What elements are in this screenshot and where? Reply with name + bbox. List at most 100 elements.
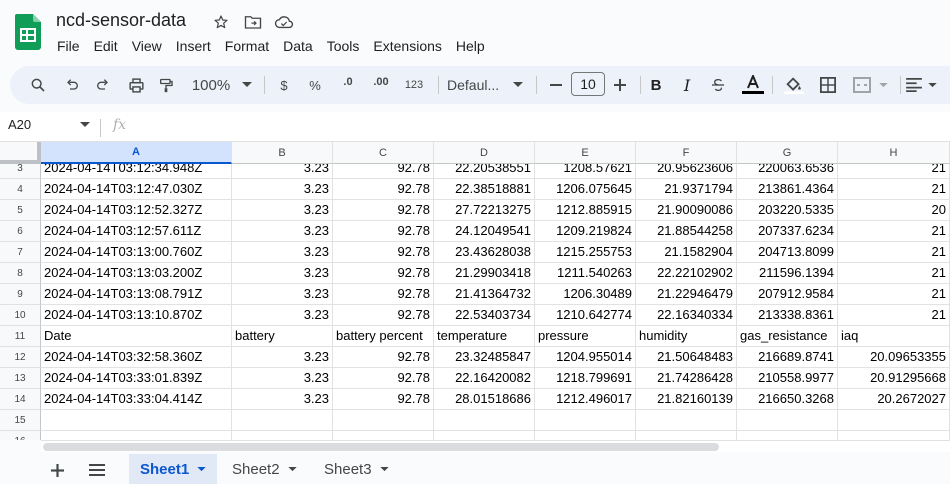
cell[interactable]: 28.01518686 bbox=[434, 389, 535, 410]
cell[interactable]: 3.23 bbox=[232, 242, 333, 263]
cell[interactable] bbox=[434, 431, 535, 440]
menu-data[interactable]: Data bbox=[276, 37, 320, 57]
cell[interactable]: 21.88544258 bbox=[636, 221, 737, 242]
row-header[interactable]: 12 bbox=[0, 347, 41, 368]
menu-help[interactable]: Help bbox=[449, 37, 492, 57]
all-sheets-menu-icon[interactable] bbox=[83, 458, 111, 482]
cell[interactable] bbox=[41, 431, 232, 440]
sheets-logo-icon[interactable] bbox=[15, 14, 41, 50]
cell[interactable]: 21 bbox=[838, 221, 950, 242]
cell[interactable]: 216689.8741 bbox=[737, 347, 838, 368]
cell[interactable]: 20 bbox=[838, 200, 950, 221]
cell[interactable]: 207912.9584 bbox=[737, 284, 838, 305]
cell[interactable]: 2024-04-14T03:12:57.611Z bbox=[41, 221, 232, 242]
sheet-tab-sheet1[interactable]: Sheet1 bbox=[129, 454, 218, 484]
print-icon[interactable] bbox=[124, 66, 148, 104]
borders-icon[interactable] bbox=[816, 66, 840, 104]
cell[interactable]: 23.43628038 bbox=[434, 242, 535, 263]
cell[interactable]: 21.90090086 bbox=[636, 200, 737, 221]
row-header[interactable]: 16 bbox=[0, 431, 41, 440]
cell[interactable]: 3.23 bbox=[232, 200, 333, 221]
cell[interactable]: 21.50648483 bbox=[636, 347, 737, 368]
row-header[interactable]: 4 bbox=[0, 179, 41, 200]
cell[interactable]: 21 bbox=[838, 242, 950, 263]
cell[interactable]: 1215.255753 bbox=[535, 242, 636, 263]
row-header[interactable]: 11 bbox=[0, 326, 41, 347]
cell[interactable]: 92.78 bbox=[333, 221, 434, 242]
paint-format-icon[interactable] bbox=[154, 66, 178, 104]
cell[interactable]: 92.78 bbox=[333, 347, 434, 368]
row-header[interactable]: 13 bbox=[0, 368, 41, 389]
cell[interactable]: 21.74286428 bbox=[636, 368, 737, 389]
cell[interactable]: pressure bbox=[535, 326, 636, 347]
menu-format[interactable]: Format bbox=[218, 37, 276, 57]
row-header[interactable]: 7 bbox=[0, 242, 41, 263]
cell[interactable]: 1218.799691 bbox=[535, 368, 636, 389]
cell[interactable]: 20.09653355 bbox=[838, 347, 950, 368]
cell[interactable]: 92.78 bbox=[333, 305, 434, 326]
cell[interactable] bbox=[636, 431, 737, 440]
cell[interactable]: 2024-04-14T03:13:10.870Z bbox=[41, 305, 232, 326]
cell[interactable] bbox=[232, 410, 333, 431]
formula-input[interactable] bbox=[140, 118, 930, 136]
add-sheet-icon[interactable] bbox=[43, 458, 71, 482]
cell[interactable] bbox=[333, 410, 434, 431]
cell[interactable]: 22.16420082 bbox=[434, 368, 535, 389]
column-header[interactable]: E bbox=[535, 142, 636, 164]
cell[interactable]: battery bbox=[232, 326, 333, 347]
zoom-select[interactable]: 100% bbox=[190, 66, 254, 104]
cell[interactable] bbox=[333, 431, 434, 440]
cell[interactable]: 27.72213275 bbox=[434, 200, 535, 221]
cell[interactable]: 21 bbox=[838, 284, 950, 305]
bold-button[interactable]: B bbox=[646, 66, 666, 104]
column-header[interactable]: B bbox=[232, 142, 333, 164]
menu-tools[interactable]: Tools bbox=[320, 37, 367, 57]
scrollbar-thumb[interactable] bbox=[43, 443, 719, 451]
currency-format-button[interactable]: $ bbox=[274, 66, 294, 104]
cell[interactable]: 21.1582904 bbox=[636, 242, 737, 263]
cell[interactable]: 21.22946479 bbox=[636, 284, 737, 305]
cell[interactable]: 21.82160139 bbox=[636, 389, 737, 410]
cell[interactable]: 2024-04-14T03:33:01.839Z bbox=[41, 368, 232, 389]
cell[interactable]: 21.29903418 bbox=[434, 263, 535, 284]
cell[interactable] bbox=[41, 410, 232, 431]
cloud-status-icon[interactable] bbox=[274, 12, 294, 32]
font-size-input[interactable]: 10 bbox=[571, 72, 605, 96]
cell[interactable]: 3.23 bbox=[232, 263, 333, 284]
cell[interactable]: 1212.885915 bbox=[535, 200, 636, 221]
cell[interactable]: 21 bbox=[838, 179, 950, 200]
column-header[interactable]: G bbox=[737, 142, 838, 164]
document-title[interactable]: ncd-sensor-data bbox=[56, 10, 186, 31]
cell[interactable]: 3.23 bbox=[232, 284, 333, 305]
strikethrough-icon[interactable] bbox=[708, 66, 728, 104]
sheet-tab-sheet3[interactable]: Sheet3 bbox=[313, 454, 400, 484]
decrease-font-size-icon[interactable] bbox=[546, 66, 566, 104]
row-header[interactable]: 9 bbox=[0, 284, 41, 305]
text-color-icon[interactable] bbox=[740, 66, 766, 104]
cell[interactable]: 24.12049541 bbox=[434, 221, 535, 242]
cell[interactable]: 20.91295668 bbox=[838, 368, 950, 389]
cell[interactable]: 216650.3268 bbox=[737, 389, 838, 410]
cell[interactable]: 213338.8361 bbox=[737, 305, 838, 326]
cell[interactable]: 92.78 bbox=[333, 368, 434, 389]
cell[interactable]: iaq bbox=[838, 326, 950, 347]
cell[interactable]: 22.53403734 bbox=[434, 305, 535, 326]
cell[interactable]: 1204.955014 bbox=[535, 347, 636, 368]
menu-insert[interactable]: Insert bbox=[169, 37, 218, 57]
cell[interactable]: 207337.6234 bbox=[737, 221, 838, 242]
cell[interactable]: 92.78 bbox=[333, 389, 434, 410]
cell[interactable]: 21 bbox=[838, 263, 950, 284]
menu-view[interactable]: View bbox=[125, 37, 169, 57]
menu-extensions[interactable]: Extensions bbox=[366, 37, 448, 57]
row-header[interactable]: 10 bbox=[0, 305, 41, 326]
column-header[interactable]: D bbox=[434, 142, 535, 164]
cell[interactable]: Date bbox=[41, 326, 232, 347]
cell[interactable]: 3.23 bbox=[232, 347, 333, 368]
search-menus-icon[interactable] bbox=[26, 66, 50, 104]
cell[interactable]: 1211.540263 bbox=[535, 263, 636, 284]
cell[interactable]: 22.38518881 bbox=[434, 179, 535, 200]
cell[interactable]: 2024-04-14T03:12:47.030Z bbox=[41, 179, 232, 200]
redo-icon[interactable] bbox=[91, 66, 115, 104]
cell[interactable]: 210558.9977 bbox=[737, 368, 838, 389]
cell[interactable]: battery percent bbox=[333, 326, 434, 347]
